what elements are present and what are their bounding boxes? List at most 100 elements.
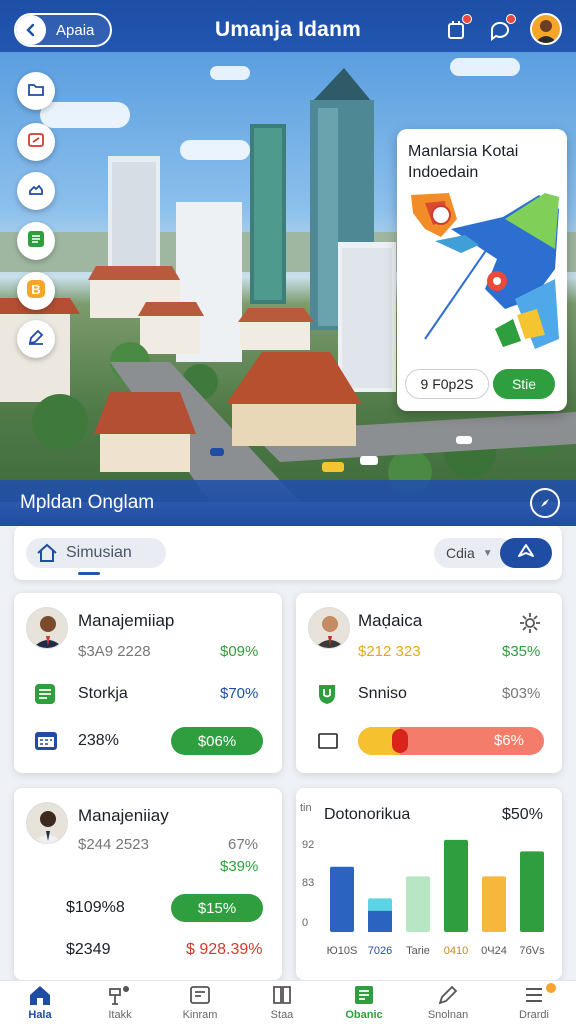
nav-label: Obanic: [345, 1009, 383, 1021]
manager-card-1[interactable]: Manajemiiap $3A9 2228 $09% Storkja $70% …: [14, 593, 282, 773]
chart-ylabel: tin: [300, 802, 312, 814]
pencil-icon: [26, 327, 46, 352]
message-badge: [506, 14, 516, 24]
card-3-pct-green: $39%: [220, 858, 259, 875]
card-1-amount-pct: $09%: [220, 643, 259, 660]
menu-badge: [546, 983, 556, 993]
nav-item-staa[interactable]: Staa: [246, 983, 318, 1024]
card-1-amount: $3A9 2228: [78, 643, 151, 660]
section-title: Mpldan Onglam: [20, 492, 155, 513]
card-3-row1-label: $109%8: [66, 899, 125, 916]
notes-icon: [25, 228, 47, 255]
y-tick-label: 92: [302, 839, 314, 851]
card-1-name: Manajemiiap: [78, 611, 175, 630]
chart-bar[interactable]: [482, 876, 506, 932]
card-2-progress-bar[interactable]: $6%: [358, 727, 544, 755]
folder-button[interactable]: [17, 72, 55, 110]
x-tick-label: Tarie: [406, 945, 430, 957]
document-icon: [328, 983, 400, 1007]
send-icon: [516, 542, 536, 565]
section-banner: Mpldan Onglam: [0, 480, 576, 526]
card-2-name: Maḍaica: [358, 611, 423, 630]
slides-button[interactable]: [17, 123, 55, 161]
edit-button[interactable]: [17, 320, 55, 358]
card-1-status-pill[interactable]: $06%: [171, 727, 263, 755]
map-site-button[interactable]: Stie: [493, 369, 555, 399]
folder-icon: [26, 79, 46, 104]
menu-icon: [498, 983, 570, 1007]
card-1-row1-pct: $70%: [220, 685, 259, 702]
nav-label: Kinram: [182, 1009, 218, 1021]
home-outline-icon: [36, 543, 58, 563]
card-2-row1-label: Snniso: [358, 685, 407, 702]
chart-bar[interactable]: [444, 839, 468, 932]
svg-text:B: B: [31, 282, 40, 297]
cloud-upload-icon: [26, 179, 46, 204]
upload-button[interactable]: [17, 172, 55, 210]
nav-item-snolnan[interactable]: Snolnan: [412, 983, 484, 1024]
navigate-button[interactable]: [500, 538, 552, 568]
nav-item-kinram[interactable]: Kinram: [164, 983, 236, 1024]
x-tick-label: 7бVs: [519, 945, 545, 957]
compass-icon[interactable]: [530, 488, 560, 518]
chart-bar-segment[interactable]: [368, 910, 392, 932]
avatar: [308, 607, 350, 649]
shield-icon: [316, 683, 338, 710]
indonesia-map[interactable]: [405, 189, 559, 369]
y-tick-label: 0: [302, 917, 308, 929]
checkbox-icon[interactable]: [318, 733, 338, 754]
x-tick-label: 7026: [368, 945, 392, 957]
card-2-bar-label: $6%: [493, 732, 524, 749]
nav-label: Staa: [270, 1009, 294, 1021]
chart-bar[interactable]: [520, 851, 544, 932]
card-2-amount: $212 323: [358, 643, 421, 660]
map-card: Manlarsia Kotai Indoedain 9 F0p2S Stie: [397, 129, 567, 411]
search-bar: Simusian Cdia ▼: [14, 526, 562, 580]
bookmark-button[interactable]: B: [17, 272, 55, 310]
list-icon: [34, 683, 56, 710]
city-select-value: Cdia: [446, 545, 475, 561]
bar-chart: 92 83 0 Ю10S 7026 Tarie 0410 0Ч24 7бVs: [302, 839, 545, 957]
search-tab-label: Simusian: [66, 544, 132, 561]
avatar[interactable]: [530, 13, 562, 45]
x-tick-label: 0410: [444, 945, 468, 957]
nav-item-hala[interactable]: Hala: [4, 983, 76, 1024]
manager-card-2[interactable]: Maḍaica $212 323 $35% Snniso $03% $6%: [296, 593, 562, 773]
card-3-amount: $244 2523: [78, 836, 149, 853]
search-tab[interactable]: Simusian: [26, 538, 166, 568]
nav-item-drardi[interactable]: Drardi: [498, 983, 570, 1024]
notes-button[interactable]: [17, 222, 55, 260]
chart-card: tin Dotonorikua $50% 92 83 0 Ю10S 7026 Tarie 0…: [296, 788, 562, 980]
card-1-row2-label: 238%: [78, 732, 119, 749]
active-tab-indicator: [78, 572, 100, 575]
nav-label: Snolnan: [427, 1009, 469, 1021]
home-icon: [4, 983, 76, 1007]
gear-icon[interactable]: [518, 611, 542, 640]
structure-icon: [84, 983, 156, 1007]
chart-bar[interactable]: [406, 876, 430, 932]
avatar: [26, 802, 68, 844]
card-2-row1-pct: $03%: [502, 685, 541, 702]
manager-card-3[interactable]: Manajeniiay $244 2523 67% $39% $109%8 $1…: [14, 788, 282, 980]
chart-bar[interactable]: [330, 866, 354, 932]
notifications-icon[interactable]: [442, 14, 472, 44]
messages-icon[interactable]: [486, 14, 516, 44]
book-icon: [246, 983, 318, 1007]
caret-down-icon: ▼: [482, 547, 493, 559]
card-3-status-pill[interactable]: $15%: [171, 894, 263, 922]
pen-icon: [412, 983, 484, 1007]
city-hero-image: B Manlarsia Kotai Indoedain 9 F0p2S Stie: [0, 52, 576, 502]
presentation-icon: [26, 130, 46, 155]
card-3-row2-label: $2349: [66, 941, 111, 958]
register-icon: [164, 983, 236, 1007]
app-header: Apaia Umanja Idanm: [0, 0, 576, 60]
nav-item-obanic[interactable]: Obanic: [328, 983, 400, 1024]
x-tick-label: Ю10S: [327, 945, 358, 957]
x-tick-label: 0Ч24: [481, 945, 507, 957]
calendar-icon: [34, 730, 58, 757]
card-3-pct-top: 67%: [228, 836, 259, 853]
map-coordinate-chip[interactable]: 9 F0p2S: [405, 369, 489, 399]
nav-item-itakk[interactable]: Itakk: [84, 983, 156, 1024]
avatar: [26, 607, 68, 649]
card-2-progress-knob[interactable]: [391, 729, 408, 753]
